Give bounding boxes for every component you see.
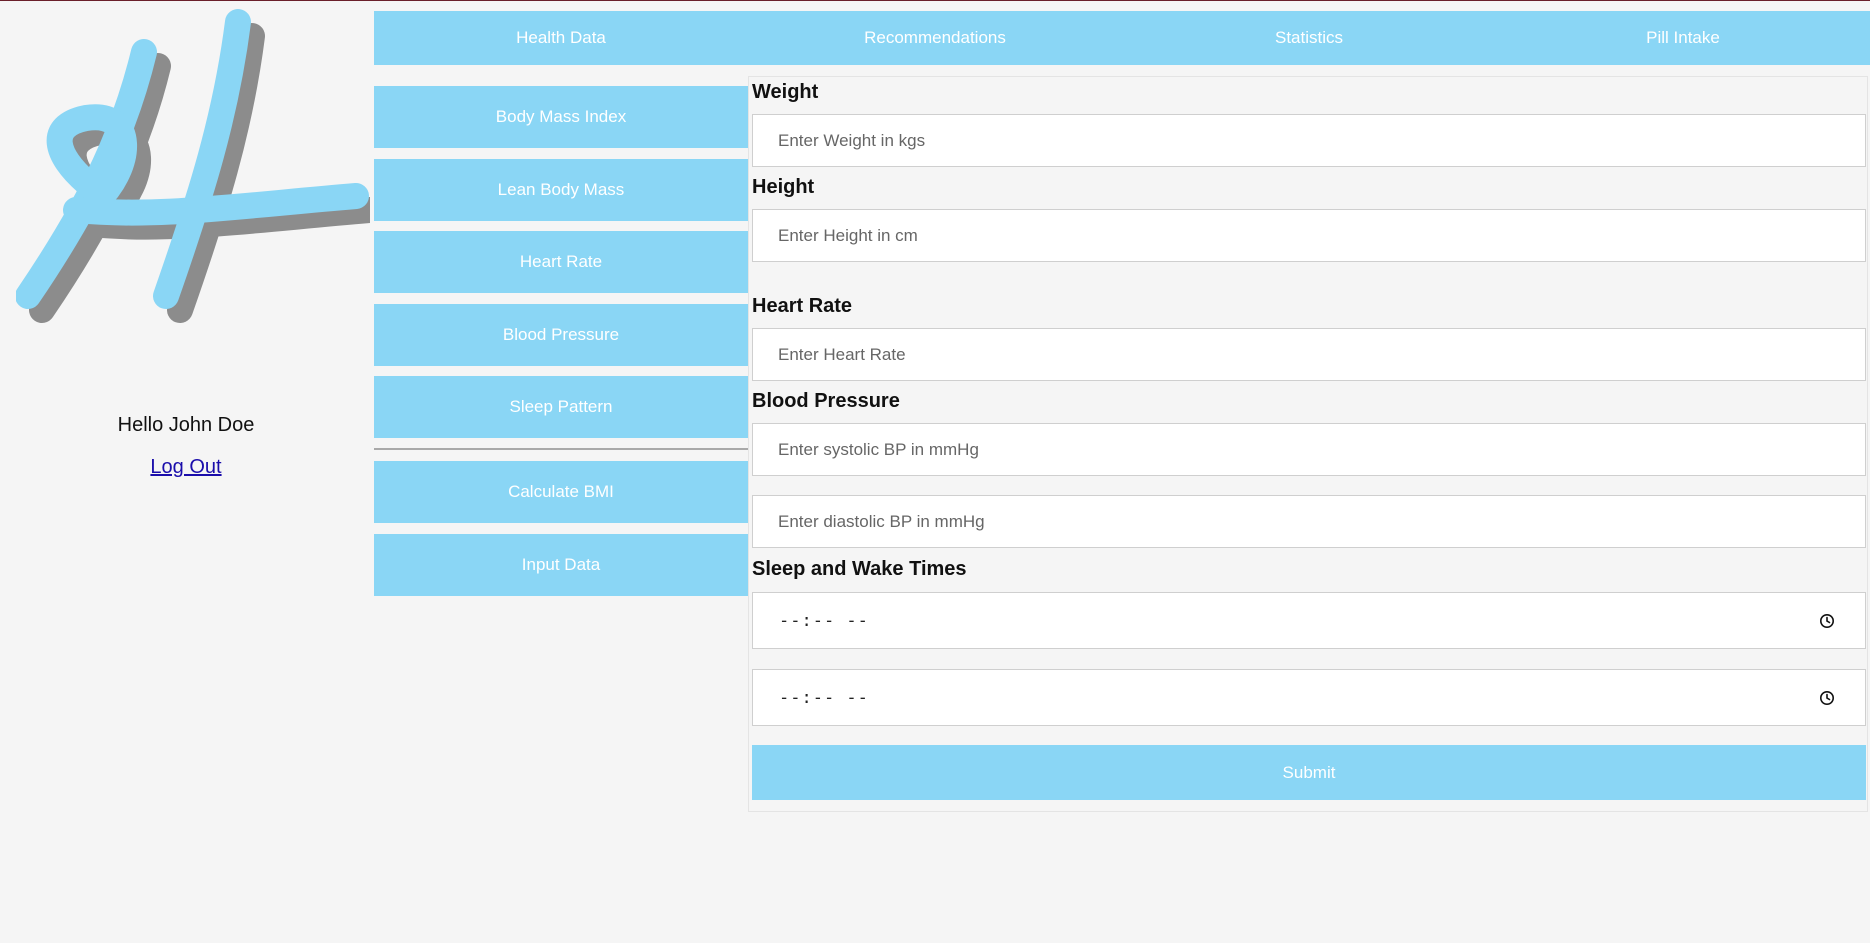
clock-icon[interactable] [1819,613,1835,629]
blood-pressure-label: Blood Pressure [752,390,900,412]
clock-icon[interactable] [1819,690,1835,706]
height-input[interactable] [752,209,1866,262]
logout-link[interactable]: Log Out [0,456,372,479]
wake-time-value: --:-- -- [779,687,869,708]
nav-statistics[interactable]: Statistics [1122,11,1496,65]
submit-button[interactable]: Submit [752,745,1866,800]
diastolic-bp-input[interactable] [752,495,1866,548]
top-navigation: Health Data Recommendations Statistics P… [374,11,1870,65]
nav-pill-intake[interactable]: Pill Intake [1496,11,1870,65]
weight-label: Weight [752,81,819,103]
input-data-button[interactable]: Input Data [374,534,748,596]
nav-recommendations[interactable]: Recommendations [748,11,1122,65]
sleep-time-input[interactable]: --:-- -- [752,592,1866,649]
systolic-bp-input[interactable] [752,423,1866,476]
side-item-heart-rate[interactable]: Heart Rate [374,231,748,293]
side-item-blood-pressure[interactable]: Blood Pressure [374,304,748,366]
heart-rate-input[interactable] [752,328,1866,381]
side-item-body-mass-index[interactable]: Body Mass Index [374,86,748,148]
user-panel: Hello John Doe Log Out [0,0,372,943]
calculate-bmi-button[interactable]: Calculate BMI [374,461,748,523]
heart-rate-label: Heart Rate [752,295,853,317]
wake-time-input[interactable]: --:-- -- [752,669,1866,726]
user-greeting: Hello John Doe [117,414,255,436]
side-menu-divider [374,448,748,450]
h-logo [16,9,370,323]
side-item-sleep-pattern[interactable]: Sleep Pattern [374,376,748,438]
nav-health-data[interactable]: Health Data [374,11,748,65]
height-label: Height [752,176,815,198]
weight-input[interactable] [752,114,1866,167]
health-data-form: Weight Height Heart Rate Blood Pressure … [748,76,1868,812]
sleep-time-value: --:-- -- [779,610,869,631]
sleep-wake-label: Sleep and Wake Times [752,558,967,580]
side-item-lean-body-mass[interactable]: Lean Body Mass [374,159,748,221]
